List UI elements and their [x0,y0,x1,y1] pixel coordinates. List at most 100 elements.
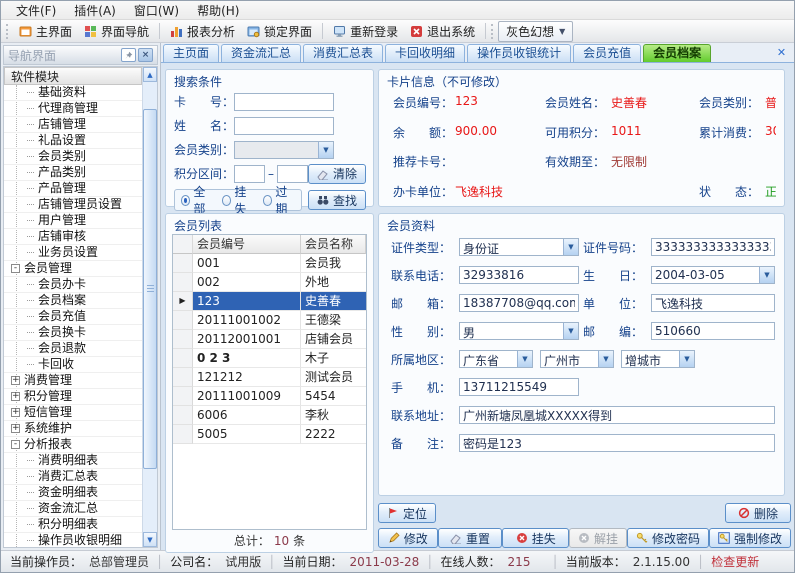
points-min-input[interactable] [234,165,265,183]
radio-expired[interactable]: 过期 [263,183,295,217]
member-type-select[interactable]: ▼ [234,141,334,159]
phone-input[interactable] [459,266,579,284]
tree-item[interactable]: 会员办卡 [4,277,142,293]
tree-item[interactable]: 资金流汇总 [4,501,142,517]
tree-scrollbar[interactable]: ▲ ▼ [142,67,157,547]
email-input[interactable] [459,294,579,312]
chevron-down-icon[interactable]: ▼ [563,239,578,255]
tree-item[interactable]: 卡回收 [4,357,142,373]
tab-会员档案[interactable]: 会员档案 [643,44,711,62]
tree-item[interactable]: 代理商管理 [4,101,142,117]
chevron-down-icon[interactable]: ▼ [759,267,774,283]
collapse-icon[interactable]: - [11,440,20,449]
toolbar-button-exit[interactable]: 退出系统 [404,21,481,42]
cancel-loss-button[interactable]: 解挂 [569,528,627,548]
tree-item[interactable]: 会员退款 [4,341,142,357]
menu-item[interactable]: 文件(F) [7,1,65,20]
toolbar-button-report-chart[interactable]: 报表分析 [164,21,241,42]
mobile-input[interactable] [459,378,579,396]
table-row[interactable]: 20111001002王德梁 [173,311,366,330]
toolbar-button-relogin[interactable]: 重新登录 [327,21,404,42]
card-no-input[interactable] [234,93,334,111]
expand-icon[interactable]: + [11,424,20,433]
tree-item[interactable]: 礼品设置 [4,133,142,149]
table-row[interactable]: 20112001001店铺会员 [173,330,366,349]
table-row[interactable]: ▶123史善春 [173,292,366,311]
tree-item[interactable]: 积分明细表 [4,517,142,533]
expand-icon[interactable]: + [11,392,20,401]
menu-item[interactable]: 窗口(W) [125,1,188,20]
tree-item[interactable]: 操作员收银明细 [4,533,142,547]
zip-input[interactable] [651,322,775,340]
tab-会员充值[interactable]: 会员充值 [573,44,641,62]
expand-icon[interactable]: + [11,376,20,385]
scroll-up-icon[interactable]: ▲ [143,67,157,82]
province-select[interactable]: 广东省▼ [459,350,533,368]
tree-item[interactable]: +系统维护 [4,421,142,437]
tab-主页面[interactable]: 主页面 [163,44,219,62]
scroll-down-icon[interactable]: ▼ [143,532,157,547]
table-row[interactable]: 6006李秋 [173,406,366,425]
scrollbar-track[interactable] [143,82,157,532]
table-row[interactable]: 50052222 [173,425,366,444]
tree-item[interactable]: 用户管理 [4,213,142,229]
radio-loss[interactable]: 挂失 [222,183,254,217]
tree-item[interactable]: -会员管理 [4,261,142,277]
column-header-member-name[interactable]: 会员名称 [301,235,366,254]
clear-button[interactable]: 清除 [308,164,366,184]
district-select[interactable]: 增城市▼ [621,350,695,368]
find-button[interactable]: 查找 [308,190,366,210]
tree-item[interactable]: +积分管理 [4,389,142,405]
name-input[interactable] [234,117,334,135]
unit-input[interactable] [651,294,775,312]
tab-资金流汇总[interactable]: 资金流汇总 [221,44,301,62]
tree-item[interactable]: 店铺管理 [4,117,142,133]
tab-消费汇总表[interactable]: 消费汇总表 [303,44,383,62]
pin-icon[interactable] [121,48,136,62]
tab-close-icon[interactable]: ✕ [774,45,789,60]
reset-button[interactable]: 重置 [438,528,503,548]
column-header-member-no[interactable]: 会员编号 [193,235,301,254]
tree-item[interactable]: 业务员设置 [4,245,142,261]
change-password-button[interactable]: 修改密码 [627,528,709,548]
chevron-down-icon[interactable]: ▼ [598,351,613,367]
check-update-link[interactable]: 检查更新 [711,553,759,570]
tab-卡回收明细[interactable]: 卡回收明细 [385,44,465,62]
tree-item[interactable]: +消费管理 [4,373,142,389]
chevron-down-icon[interactable]: ▼ [563,323,578,339]
table-row[interactable]: 0 2 3木子 [173,349,366,368]
table-row[interactable]: 001会员我 [173,254,366,273]
table-row[interactable]: 201110010095454 [173,387,366,406]
tab-操作员收银统计[interactable]: 操作员收银统计 [467,44,571,62]
tree-item[interactable]: 产品管理 [4,181,142,197]
chevron-down-icon[interactable]: ▼ [679,351,694,367]
toolbar-button-nav-grid[interactable]: 界面导航 [78,21,155,42]
tree-item[interactable]: 资金明细表 [4,485,142,501]
sidebar-close-icon[interactable]: × [138,48,153,62]
menu-item[interactable]: 插件(A) [65,1,125,20]
modify-button[interactable]: 修改 [378,528,438,548]
city-select[interactable]: 广州市▼ [540,350,614,368]
tree-item[interactable]: -分析报表 [4,437,142,453]
tree-root[interactable]: 软件模块 [4,67,142,85]
chevron-down-icon[interactable]: ▼ [517,351,532,367]
theme-dropdown[interactable]: 灰色幻想▼ [498,21,573,42]
toolbar-button-lock-screen[interactable]: 锁定界面 [241,21,318,42]
tree-item[interactable]: 消费明细表 [4,453,142,469]
id-type-select[interactable]: 身份证▼ [459,238,579,256]
report-loss-button[interactable]: 挂失 [502,528,569,548]
note-input[interactable] [459,434,775,452]
birthday-select[interactable]: 2004-03-05▼ [651,266,775,284]
tree-item[interactable]: 会员充值 [4,309,142,325]
address-input[interactable] [459,406,775,424]
locate-button[interactable]: 定位 [378,503,436,523]
scrollbar-thumb[interactable] [143,109,157,469]
chevron-down-icon[interactable]: ▼ [318,142,333,158]
collapse-icon[interactable]: - [11,264,20,273]
tree-item[interactable]: 会员换卡 [4,325,142,341]
tree-item[interactable]: 会员档案 [4,293,142,309]
delete-button[interactable]: 删除 [725,503,791,523]
gender-select[interactable]: 男▼ [459,322,579,340]
menu-item[interactable]: 帮助(H) [188,1,248,20]
tree-item[interactable]: 消费汇总表 [4,469,142,485]
